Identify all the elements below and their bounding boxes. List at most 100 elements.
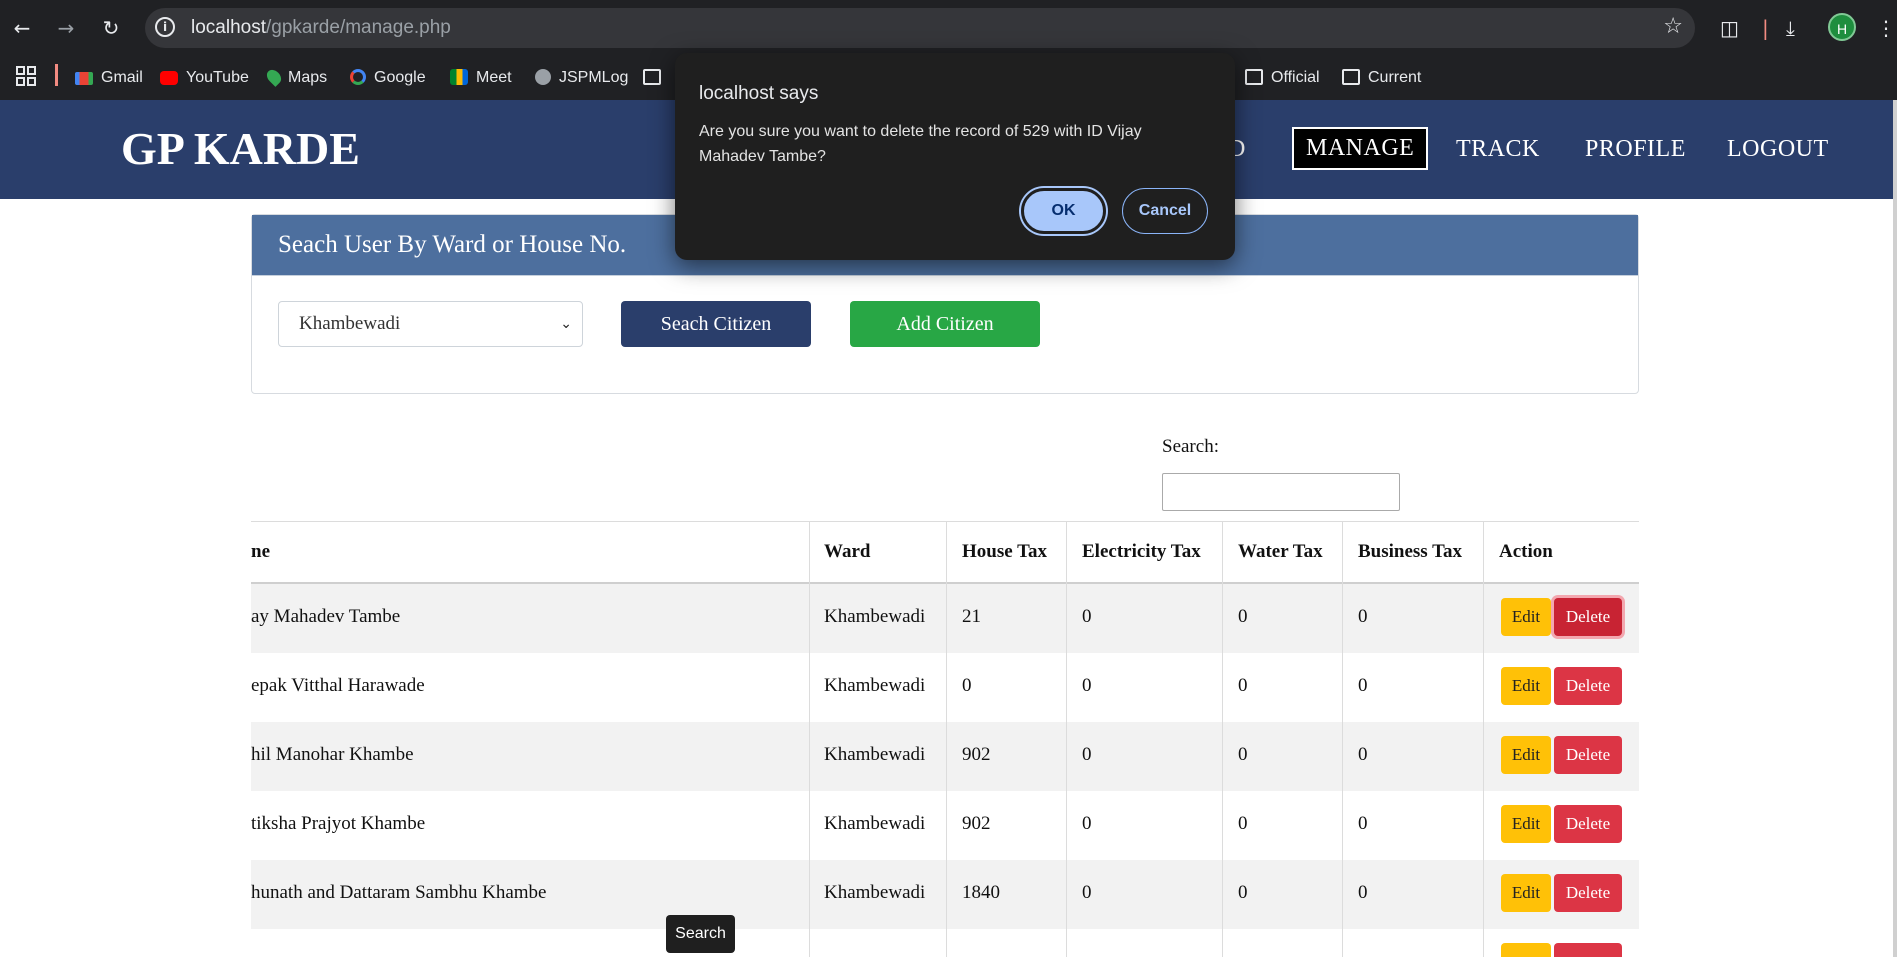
url-path: /gpkarde/manage.php — [266, 17, 451, 38]
site-brand[interactable]: GP KARDE — [121, 122, 360, 175]
cell-business-tax: 0 — [1358, 882, 1368, 903]
bookmark-label: Gmail — [101, 69, 143, 86]
profile-avatar[interactable]: H — [1828, 13, 1856, 41]
dialog-ok-button[interactable]: OK — [1021, 188, 1106, 234]
table-row-partial — [251, 929, 1639, 957]
column-divider — [1483, 521, 1484, 957]
nav-logout[interactable]: LOGOUT — [1727, 136, 1829, 163]
browser-toolbar: ← → ↻ i localhost/gpkarde/manage.php ☆ ◫… — [0, 0, 1897, 56]
dialog-cancel-button[interactable]: Cancel — [1122, 188, 1208, 234]
column-header-action: Action — [1499, 541, 1553, 562]
cell-house-tax: 1840 — [962, 882, 1000, 903]
bookmark-google[interactable]: Google — [350, 64, 426, 92]
edit-button[interactable]: Edit — [1501, 874, 1551, 912]
ward-select-value: Khambewadi — [299, 313, 401, 334]
cell-electricity-tax: 0 — [1082, 882, 1092, 903]
table-search-input[interactable] — [1162, 473, 1400, 511]
table-row: hil Manohar Khambe Khambewadi 902 0 0 0 … — [251, 722, 1639, 792]
page-scrollbar[interactable] — [1893, 100, 1897, 957]
youtube-icon — [160, 71, 178, 85]
table-row: tiksha Prajyot Khambe Khambewadi 902 0 0… — [251, 791, 1639, 861]
cell-ward: Khambewadi — [824, 882, 926, 903]
column-header-ward[interactable]: Ward — [824, 541, 870, 563]
apps-grid-icon[interactable] — [16, 64, 36, 92]
search-citizen-button[interactable]: Seach Citizen — [621, 301, 811, 347]
toolbar-divider: | — [1762, 16, 1769, 40]
site-info-icon[interactable]: i — [155, 17, 175, 37]
cell-water-tax: 0 — [1238, 675, 1248, 696]
delete-button[interactable]: Delete — [1554, 805, 1622, 843]
cell-ward: Khambewadi — [824, 606, 926, 627]
column-header-name[interactable]: ne — [251, 541, 270, 563]
bookmark-label: Meet — [476, 69, 512, 86]
cell-name: ay Mahadev Tambe — [251, 606, 401, 627]
bookmark-gmail[interactable]: Gmail — [75, 64, 143, 92]
url-text[interactable]: localhost/gpkarde/manage.php — [191, 17, 451, 39]
delete-button[interactable] — [1554, 943, 1622, 957]
bookmark-jspmlog[interactable]: JSPMLog — [535, 64, 628, 92]
cell-electricity-tax: 0 — [1082, 675, 1092, 696]
bookmark-maps[interactable]: Maps — [264, 64, 328, 92]
cell-business-tax: 0 — [1358, 813, 1368, 834]
cell-electricity-tax: 0 — [1082, 606, 1092, 627]
bookmark-meet[interactable]: Meet — [450, 64, 512, 92]
cell-business-tax: 0 — [1358, 606, 1368, 627]
nav-profile[interactable]: PROFILE — [1585, 136, 1686, 163]
cell-house-tax: 0 — [962, 675, 972, 696]
url-host: localhost — [191, 17, 266, 38]
column-header-water-tax[interactable]: Water Tax — [1238, 541, 1323, 563]
edit-button[interactable]: Edit — [1501, 598, 1551, 636]
dialog-title: localhost says — [699, 83, 819, 104]
column-header-business-tax[interactable]: Business Tax — [1358, 541, 1462, 563]
delete-button[interactable]: Delete — [1554, 874, 1622, 912]
reload-icon[interactable]: ↻ — [97, 14, 125, 42]
nav-manage[interactable]: MANAGE — [1292, 127, 1429, 170]
extensions-icon[interactable]: ◫ — [1720, 14, 1739, 42]
cell-ward: Khambewadi — [824, 675, 926, 696]
cell-house-tax: 902 — [962, 744, 991, 765]
bookmark-folder[interactable] — [643, 64, 669, 92]
delete-button[interactable]: Delete — [1554, 736, 1622, 774]
cell-ward: Khambewadi — [824, 744, 926, 765]
menu-icon[interactable]: ⋮ — [1876, 14, 1896, 42]
forward-icon[interactable]: → — [52, 14, 80, 42]
cell-business-tax: 0 — [1358, 744, 1368, 765]
bookmark-label: Maps — [288, 69, 328, 86]
bookmark-youtube[interactable]: YouTube — [160, 64, 249, 92]
bookmark-star-icon[interactable]: ☆ — [1663, 14, 1683, 39]
folder-icon — [1342, 69, 1360, 85]
cell-name: epak Vitthal Harawade — [251, 675, 425, 696]
delete-button[interactable]: Delete — [1554, 598, 1622, 636]
chevron-down-icon: ⌄ — [560, 316, 572, 332]
nav-track[interactable]: TRACK — [1456, 136, 1540, 163]
back-icon[interactable]: ← — [8, 14, 36, 42]
cell-name: hunath and Dattaram Sambhu Khambe — [251, 882, 547, 903]
bookmark-folder-official[interactable]: Official — [1245, 64, 1320, 92]
edit-button[interactable]: Edit — [1501, 805, 1551, 843]
download-icon[interactable]: ⤓ — [1786, 14, 1795, 42]
edit-button[interactable]: Edit — [1501, 736, 1551, 774]
bookmark-label: Official — [1271, 69, 1320, 86]
delete-button[interactable]: Delete — [1554, 667, 1622, 705]
globe-icon — [535, 69, 551, 85]
add-citizen-button[interactable]: Add Citizen — [850, 301, 1040, 347]
table-top-border — [251, 521, 1639, 522]
cell-electricity-tax: 0 — [1082, 744, 1092, 765]
cell-house-tax: 902 — [962, 813, 991, 834]
meet-icon — [450, 69, 468, 85]
bookmark-label: JSPMLog — [559, 69, 629, 86]
search-tooltip: Search — [666, 915, 735, 953]
cell-water-tax: 0 — [1238, 744, 1248, 765]
bookmark-folder-current[interactable]: Current — [1342, 64, 1421, 92]
edit-button[interactable] — [1501, 943, 1551, 957]
column-header-electricity-tax[interactable]: Electricity Tax — [1082, 541, 1201, 563]
column-header-house-tax[interactable]: House Tax — [962, 541, 1047, 563]
cell-business-tax: 0 — [1358, 675, 1368, 696]
cell-water-tax: 0 — [1238, 606, 1248, 627]
google-icon — [350, 69, 366, 85]
ward-select[interactable]: Khambewadi ⌄ — [278, 301, 583, 347]
cell-ward: Khambewadi — [824, 813, 926, 834]
edit-button[interactable]: Edit — [1501, 667, 1551, 705]
table-search-label: Search: — [1162, 436, 1219, 457]
address-bar[interactable]: i localhost/gpkarde/manage.php ☆ — [145, 8, 1695, 48]
